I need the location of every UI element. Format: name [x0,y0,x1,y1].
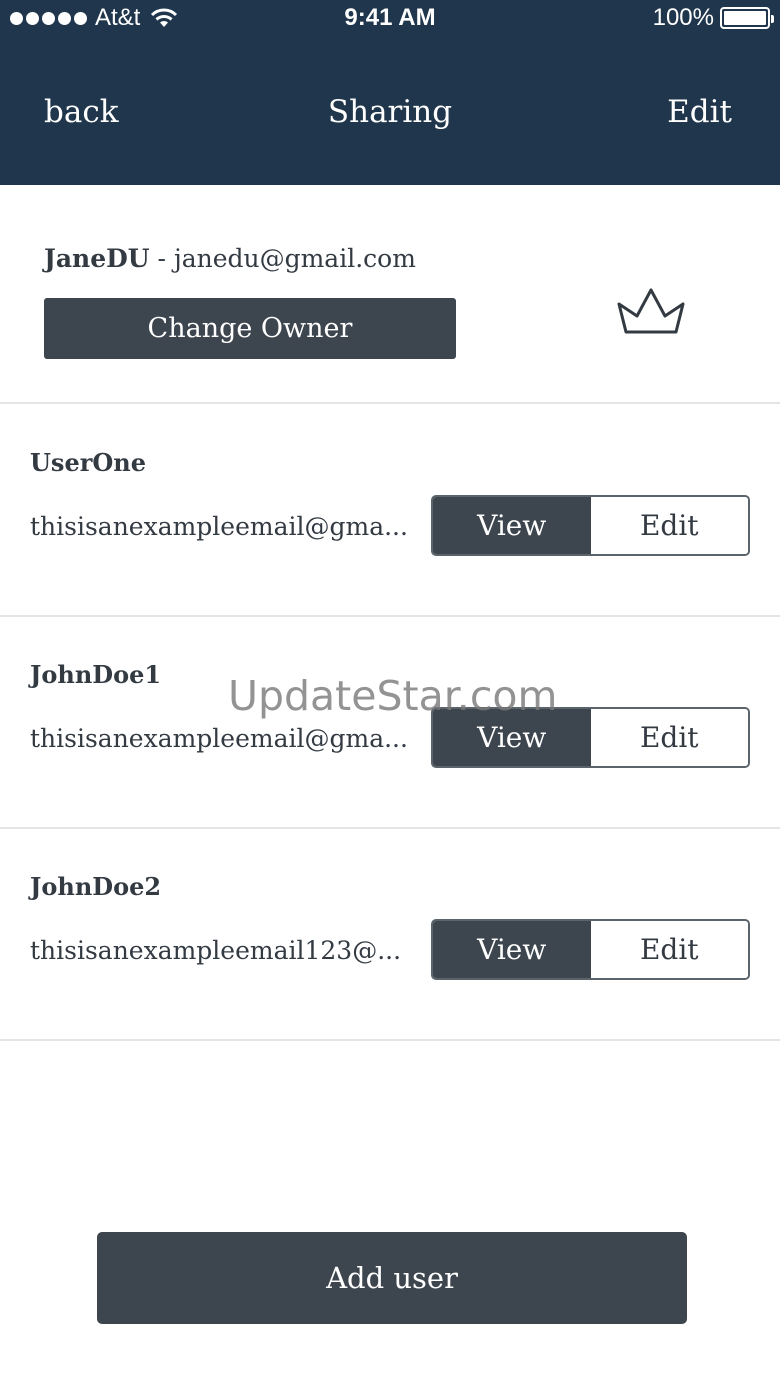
change-owner-button[interactable]: Change Owner [44,298,456,359]
watermark: UpdateStar.com [228,672,558,720]
user-row: UserOne thisisanexampleemail@gma... View… [0,404,780,617]
owner-separator: - [149,244,174,273]
status-bar: At&t 9:41 AM 100% [0,0,780,36]
view-option[interactable]: View [433,921,591,978]
user-name: JohnDoe1 [30,660,162,689]
owner-info: JaneDU - janedu@gmail.com [44,244,416,273]
owner-name: JaneDU [44,244,150,273]
permission-toggle: View Edit [431,919,750,980]
permission-toggle: View Edit [431,495,750,556]
owner-section: JaneDU - janedu@gmail.com Change Owner [0,186,780,404]
crown-icon [617,288,685,334]
status-right: 100% [652,4,774,32]
edit-option[interactable]: Edit [590,709,748,766]
edit-option[interactable]: Edit [590,497,748,554]
add-user-button[interactable]: Add user [97,1232,687,1324]
header: At&t 9:41 AM 100% back Sharing Edit [0,0,780,185]
user-email: thisisanexampleemail@gma... [30,724,408,753]
user-row: JohnDoe2 thisisanexampleemail123@... Vie… [0,828,780,1041]
user-email: thisisanexampleemail123@... [30,936,402,965]
view-option[interactable]: View [433,497,591,554]
user-row: JohnDoe1 thisisanexampleemail@gma... Vie… [0,616,780,829]
user-name: JohnDoe2 [30,872,162,901]
battery-percent: 100% [652,4,714,31]
edit-button[interactable]: Edit [667,92,732,132]
user-email: thisisanexampleemail@gma... [30,512,408,541]
user-name: UserOne [30,448,146,477]
edit-option[interactable]: Edit [590,921,748,978]
page-title: Sharing [327,94,453,130]
battery-icon [720,7,774,29]
owner-email: janedu@gmail.com [173,244,416,273]
